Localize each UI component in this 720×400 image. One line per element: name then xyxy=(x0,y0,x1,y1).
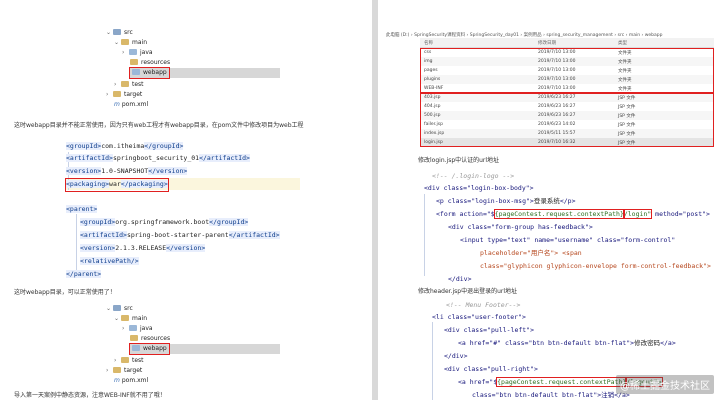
folder-icon xyxy=(130,335,138,341)
folder-icon xyxy=(121,357,129,363)
tree-node-webapp[interactable]: webapp xyxy=(129,343,280,355)
webapp-highlight: webapp xyxy=(129,67,170,79)
code-line: <form action="${pageContest.request.cont… xyxy=(436,209,710,219)
maven-file-icon: m xyxy=(114,377,120,384)
file-list: 名称 修改日期 类型 css 2019/7/10 13:00 文件夹 img 2019/… xyxy=(420,38,714,147)
web-folder-icon xyxy=(132,345,140,351)
folder-icon xyxy=(121,315,129,321)
paragraph-static-resources: 导入第一天案例中静态资源，注意WEB-INF就不用了哦！ xyxy=(14,392,166,399)
chevron-down-icon: ⌄ xyxy=(114,315,120,322)
code-line: </div> xyxy=(444,352,468,360)
project-tree-2: ⌄ src ⌄ main › java resources webapp › test … xyxy=(100,304,280,389)
indent-guide xyxy=(76,214,77,274)
static-resources-highlight xyxy=(420,48,714,93)
chevron-down-icon: ⌄ xyxy=(106,29,112,36)
chevron-right-icon: › xyxy=(114,357,117,364)
packaging-highlight: <packaging>war</packaging> xyxy=(65,178,169,192)
folder-icon xyxy=(113,91,121,97)
code-line: class="btn btn-default btn-flat">注销</a> xyxy=(472,391,630,399)
code-line: <div class="login-box-body"> xyxy=(424,184,534,192)
file-list-header: 名称 修改日期 类型 xyxy=(420,38,714,48)
paragraph-login-url: 修改login.jsp中认证的url地址 xyxy=(418,157,500,164)
code-line: <groupId>org.springframework.boot</group… xyxy=(80,218,249,226)
tree-node-target[interactable]: › target xyxy=(106,90,142,100)
column-header-date[interactable]: 修改日期 xyxy=(538,40,556,46)
chevron-right-icon: › xyxy=(106,91,109,98)
folder-icon xyxy=(129,49,137,55)
code-line: </parent> xyxy=(66,270,102,278)
code-line: <p class="login-box-msg">登录系统</p> xyxy=(436,197,576,205)
tree-node-test[interactable]: › test xyxy=(114,356,144,366)
tree-node-main[interactable]: ⌄ main xyxy=(114,314,147,324)
project-tree-1: ⌄ src ⌄ main › java resources webapp › test … xyxy=(100,28,280,113)
column-header-type[interactable]: 类型 xyxy=(618,40,627,46)
context-path-highlight: {pageContest.request.contextPath} xyxy=(496,377,628,387)
code-line: <li class="user-footer"> xyxy=(432,313,526,321)
webapp-highlight: webapp xyxy=(129,343,170,355)
code-line: <!-- Menu Footer--> xyxy=(446,301,521,309)
paragraph-header-url: 修改header.jsp中退出登录的url地址 xyxy=(418,288,518,295)
code-line: <!-- /.login-logo --> xyxy=(432,172,515,180)
code-line: <input type="text" name="username" class… xyxy=(460,236,676,244)
left-page: ⌄ src ⌄ main › java resources webapp › test … xyxy=(0,0,372,400)
tree-node-pom[interactable]: m pom.xml xyxy=(114,100,148,110)
tree-node-resources[interactable]: resources xyxy=(130,334,170,344)
code-line: <div class="form-group has-feedback"> xyxy=(448,223,593,231)
login-url-highlight: /login" xyxy=(622,209,653,219)
code-line: <artifactId>spring-boot-starter-parent</… xyxy=(80,231,280,239)
watermark: @稀土掘金技术社区 xyxy=(616,375,714,394)
chevron-down-icon: ⌄ xyxy=(106,305,112,312)
paragraph-webapp-ok: 这时webapp目录，可以正常使用了！ xyxy=(14,289,116,296)
indent-guide xyxy=(424,194,425,276)
folder-icon xyxy=(113,367,121,373)
code-line: <div class="pull-right"> xyxy=(444,365,538,373)
tree-node-java[interactable]: › java xyxy=(122,48,153,58)
tree-node-test[interactable]: › test xyxy=(114,80,144,90)
code-line: class="glyphicon glyphicon-envelope form… xyxy=(480,262,711,270)
tree-node-webapp[interactable]: webapp xyxy=(129,67,280,79)
code-line: <version>2.1.3.RELEASE</version> xyxy=(80,244,206,252)
code-line: <div class="pull-left"> xyxy=(444,326,535,334)
paragraph-webapp-note: 这时webapp目录并不能正常使用，因为只有web工程才有webapp目录，在p… xyxy=(14,122,304,129)
right-page: 此电脑 (D:) › SpringSecurity课程资料 › SpringSe… xyxy=(378,0,720,400)
folder-icon xyxy=(130,59,138,65)
chevron-down-icon: ⌄ xyxy=(114,39,120,46)
code-line: <version>1.0-SNAPSHOT</version> xyxy=(66,167,188,175)
folder-icon xyxy=(121,81,129,87)
tree-node-main[interactable]: ⌄ main xyxy=(114,38,147,48)
tree-node-java[interactable]: › java xyxy=(122,324,153,334)
tree-node-target[interactable]: › target xyxy=(106,366,142,376)
column-header-name[interactable]: 名称 xyxy=(424,40,433,46)
code-line: <groupId>com.itheima</groupId> xyxy=(66,142,184,150)
code-line: </div> xyxy=(448,275,472,283)
tree-node-resources[interactable]: resources xyxy=(130,58,170,68)
indent-guide xyxy=(432,322,433,400)
folder-icon xyxy=(121,39,129,45)
folder-icon xyxy=(132,69,140,75)
chevron-right-icon: › xyxy=(106,367,109,374)
folder-icon xyxy=(113,29,121,35)
folder-icon xyxy=(129,325,137,331)
chevron-right-icon: › xyxy=(114,81,117,88)
code-line: <a href="#" class="btn btn-default btn-f… xyxy=(458,339,676,347)
tree-node-src[interactable]: ⌄ src xyxy=(106,28,133,38)
tree-node-src[interactable]: ⌄ src xyxy=(106,304,133,314)
chevron-right-icon: › xyxy=(122,49,125,56)
tree-node-pom[interactable]: m pom.xml xyxy=(114,376,148,386)
code-line: <artifactId>springboot_security_01</arti… xyxy=(66,154,250,162)
context-path-highlight: {pageContest.request.contextPath} xyxy=(493,209,625,219)
maven-file-icon: m xyxy=(114,101,120,108)
jsp-files-highlight xyxy=(420,93,714,147)
chevron-right-icon: › xyxy=(122,325,125,332)
folder-icon xyxy=(113,305,121,311)
code-line: placeholder="用户名"> <span xyxy=(480,249,582,257)
code-line: <parent> xyxy=(66,205,98,213)
code-line: <relativePath/> xyxy=(80,257,139,265)
